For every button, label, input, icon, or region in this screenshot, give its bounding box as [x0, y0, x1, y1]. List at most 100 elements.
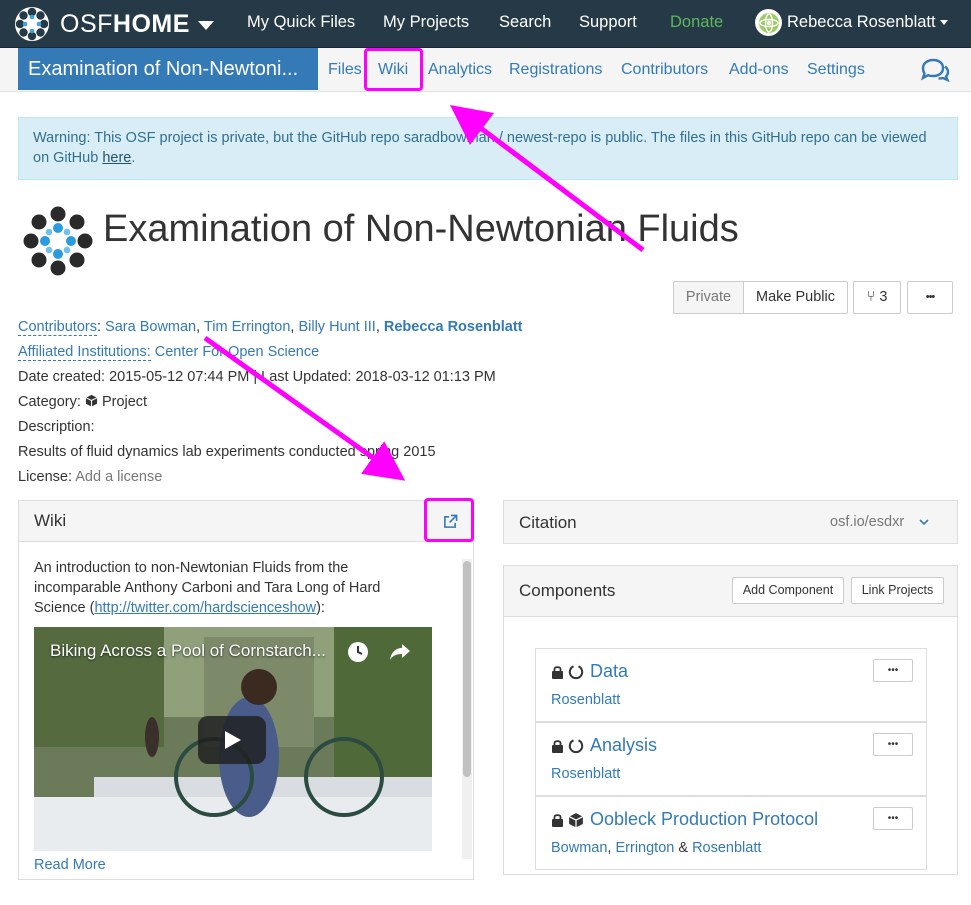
caret-down-icon [197, 21, 214, 30]
warning-end: . [131, 150, 136, 166]
wiki-panel: Wiki An introduction to non-Newtonian Fl… [18, 500, 474, 880]
play-icon[interactable] [198, 716, 266, 764]
affiliated-label[interactable]: Affiliated Institutions: [18, 344, 151, 361]
component-authors: Bowman, Errington & Rosenblatt [551, 840, 762, 856]
author-link[interactable]: Rosenblatt [551, 692, 620, 708]
tab-contributors[interactable]: Contributors [621, 61, 708, 79]
component-title-link[interactable]: Oobleck Production Protocol [590, 809, 818, 830]
category-line: Category: Project [18, 394, 147, 410]
institution-link[interactable]: Center For Open Science [155, 344, 319, 360]
twitter-link[interactable]: http://twitter.com/hardscienceshow [94, 600, 316, 616]
warning-text: Warning: This OSF project is private, bu… [33, 130, 927, 166]
cube-icon [85, 394, 98, 407]
description-text: Results of fluid dynamics lab experiment… [18, 444, 436, 460]
citation-panel[interactable]: Citation osf.io/esdxr [503, 500, 958, 544]
contributor-link[interactable]: Tim Errington [204, 319, 290, 335]
author-link[interactable]: Rosenblatt [692, 840, 761, 856]
wiki-panel-header: Wiki [19, 501, 473, 542]
brand-text: OSFHOME [60, 9, 190, 38]
wiki-content: An introduction to non-Newtonian Fluids … [34, 558, 434, 618]
tab-settings[interactable]: Settings [807, 61, 865, 79]
video-title[interactable]: Biking Across a Pool of Cornstarch... [50, 641, 326, 661]
tab-registrations[interactable]: Registrations [509, 61, 602, 79]
component-more-button[interactable]: ••• [873, 733, 913, 756]
component-authors: Rosenblatt [551, 692, 620, 708]
author-link[interactable]: Rosenblatt [551, 766, 620, 782]
circle-notch-icon [568, 664, 584, 679]
lock-icon [552, 665, 563, 679]
component-item: Analysis Rosenblatt ••• [535, 722, 927, 796]
nav-search[interactable]: Search [499, 13, 551, 32]
contributors-label[interactable]: Contributors [18, 319, 97, 336]
wiki-scrollbar-thumb[interactable] [463, 561, 471, 777]
contributor-link[interactable]: Billy Hunt III [298, 319, 375, 335]
project-nav-title[interactable]: Examination of Non-Newtoni... [18, 48, 318, 90]
license-label: License: [18, 469, 73, 485]
wiki-scrollbar[interactable] [462, 559, 472, 859]
component-title-row: Data [551, 661, 628, 682]
affiliated-institutions-line: Affiliated Institutions: Center For Open… [18, 344, 319, 361]
tab-files[interactable]: Files [328, 61, 362, 79]
add-component-button[interactable]: Add Component [732, 577, 844, 604]
contributor-link[interactable]: Sara Bowman [105, 319, 196, 335]
user-avatar-icon [758, 12, 779, 33]
component-item: Oobleck Production Protocol Bowman, Erri… [535, 796, 927, 870]
github-privacy-warning: Warning: This OSF project is private, bu… [18, 117, 958, 180]
license-line: License: Add a license [18, 469, 162, 485]
lock-icon [552, 813, 563, 827]
author-link[interactable]: Bowman [551, 840, 607, 856]
nav-support[interactable]: Support [579, 13, 637, 32]
category-label: Category: [18, 394, 81, 410]
top-navbar: OSFHOME My Quick Files My Projects Searc… [0, 0, 971, 48]
osf-home-brand[interactable]: OSFHOME [14, 6, 214, 42]
link-projects-button[interactable]: Link Projects [851, 577, 944, 604]
project-more-button[interactable]: ••• [907, 281, 953, 314]
nav-donate[interactable]: Donate [670, 13, 723, 32]
watch-later-clock-icon[interactable] [347, 641, 369, 663]
comments-icon[interactable] [920, 58, 950, 82]
project-title: Examination of Non-Newtonian Fluids [103, 208, 739, 250]
private-button[interactable]: Private [673, 281, 744, 314]
video-embed[interactable]: Biking Across a Pool of Cornstarch... [34, 627, 432, 851]
component-more-button[interactable]: ••• [873, 807, 913, 830]
component-title-row: Oobleck Production Protocol [551, 809, 818, 830]
component-title-row: Analysis [551, 735, 657, 756]
wiki-panel-title: Wiki [34, 511, 67, 530]
category-value: Project [101, 394, 148, 410]
caret-down-icon [939, 20, 948, 25]
component-title-link[interactable]: Analysis [590, 735, 657, 756]
user-name: Rebecca Rosenblatt [787, 13, 936, 31]
components-panel: Components Add Component Link Projects D… [503, 565, 958, 875]
add-license-link[interactable]: Add a license [75, 469, 162, 485]
tab-add-ons[interactable]: Add-ons [729, 61, 789, 79]
wiki-intro-end: ): [316, 600, 325, 616]
component-authors: Rosenblatt [551, 766, 620, 782]
citation-url: osf.io/esdxr [830, 514, 905, 530]
project-subnav: Examination of Non-Newtoni... Files Wiki… [0, 48, 971, 92]
user-menu[interactable]: Rebecca Rosenblatt [755, 9, 948, 36]
make-public-button[interactable]: Make Public [743, 281, 848, 314]
citation-title: Citation [519, 513, 577, 532]
cube-icon [568, 812, 584, 827]
lock-icon [552, 739, 563, 753]
chevron-down-icon[interactable] [919, 518, 929, 526]
component-title-link[interactable]: Data [590, 661, 628, 682]
dates-line: Date created: 2015-05-12 07:44 PM | Last… [18, 369, 496, 385]
contributor-link[interactable]: Rebecca Rosenblatt [384, 319, 523, 335]
nav-my-projects[interactable]: My Projects [383, 13, 469, 32]
author-link[interactable]: Errington [615, 840, 674, 856]
nav-my-quick-files[interactable]: My Quick Files [247, 13, 355, 32]
avatar [755, 9, 782, 36]
forks-button[interactable]: ⑂ 3 [853, 281, 901, 314]
share-icon[interactable] [389, 642, 411, 662]
description-label: Description: [18, 419, 95, 435]
read-more-link[interactable]: Read More [34, 857, 106, 877]
osf-logo-icon [15, 7, 49, 41]
tab-analytics[interactable]: Analytics [428, 61, 492, 79]
component-more-button[interactable]: ••• [873, 659, 913, 682]
github-here-link[interactable]: here [102, 150, 131, 166]
fork-count: 3 [879, 289, 888, 305]
wiki-expand-highlight [424, 498, 474, 542]
components-panel-header: Components Add Component Link Projects [504, 566, 957, 617]
contributors-line: Contributors: Sara Bowman, Tim Errington… [18, 319, 523, 336]
